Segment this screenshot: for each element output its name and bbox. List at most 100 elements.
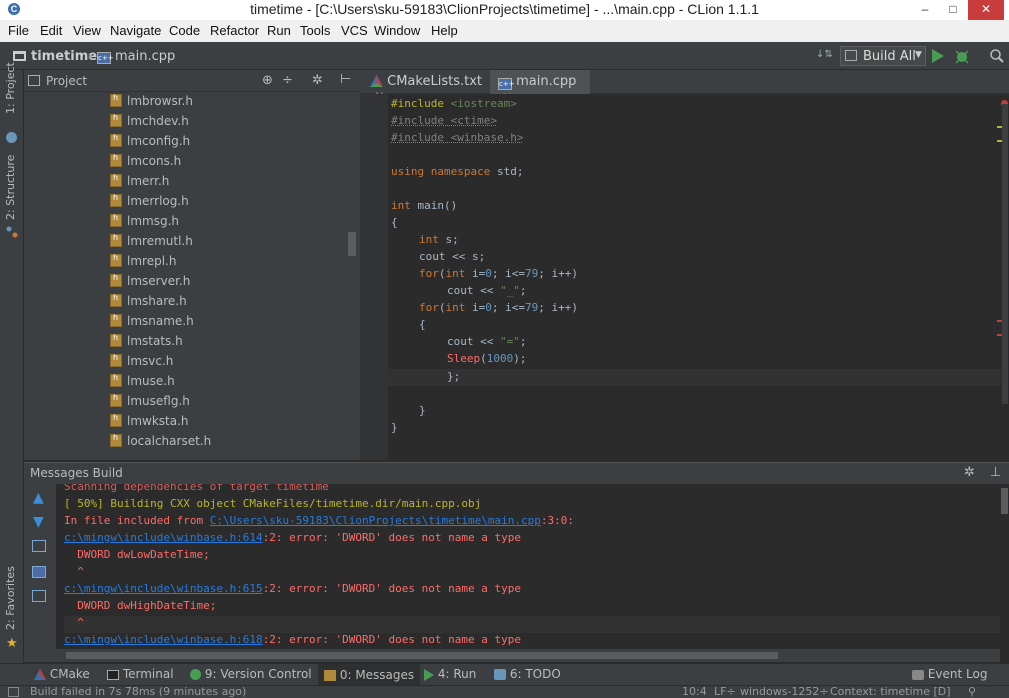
gear-icon[interactable]: ✲ [964, 465, 975, 480]
tree-file[interactable]: lmchdev.h [110, 113, 189, 134]
messages-vscrollbar[interactable] [1000, 484, 1009, 649]
tool-event-log[interactable]: Event Log [912, 667, 987, 681]
menu-vcs[interactable]: VCS [341, 23, 368, 38]
menu-refactor[interactable]: Refactor [210, 23, 259, 38]
terminal-icon [107, 669, 119, 680]
panel-toggle-icon[interactable] [8, 687, 19, 697]
messages-icon [324, 670, 336, 681]
context-selector[interactable]: Context: timetime [D] [830, 685, 951, 698]
tree-file[interactable]: lmerr.h [110, 173, 169, 194]
tab-structure[interactable]: 2: Structure [4, 155, 17, 220]
breadcrumb-file[interactable]: main.cpp [115, 49, 175, 64]
tree-file[interactable]: lmuseflg.h [110, 393, 190, 414]
chevron-down-icon: ▼ [915, 50, 922, 60]
tree-file[interactable]: lmmsg.h [110, 213, 179, 234]
caret-position[interactable]: 10:4 [682, 685, 707, 698]
code-line: cout << "_"; [447, 284, 527, 297]
tree-file[interactable]: lmsvc.h [110, 353, 173, 374]
tool-todo[interactable]: 6: TODO [494, 667, 561, 681]
header-file-icon [110, 253, 122, 267]
file-link[interactable]: c:\mingw\include\winbase.h:618 [64, 633, 263, 646]
tree-file[interactable]: lmbrowsr.h [110, 93, 193, 114]
messages-hscrollbar[interactable] [56, 649, 1000, 662]
error-stripe[interactable] [997, 94, 1009, 460]
tree-file[interactable]: lmuse.h [110, 373, 175, 394]
tree-file[interactable]: lmwksta.h [110, 413, 189, 434]
messages-output[interactable]: Scanning dependencies of target timetime… [56, 484, 1000, 649]
file-encoding[interactable]: windows-1252÷ [740, 685, 829, 698]
status-message[interactable]: Build failed in 7s 78ms (9 minutes ago) [30, 685, 246, 698]
tree-file[interactable]: lmstats.h [110, 333, 183, 354]
line-separator[interactable]: LF÷ [714, 685, 736, 698]
run-config-select[interactable]: Build All ▼ [840, 46, 926, 66]
sort-icon[interactable]: ↓⇅ [816, 49, 833, 60]
header-file-icon [110, 133, 122, 147]
search-icon[interactable] [990, 49, 1004, 63]
print-icon[interactable] [32, 590, 46, 602]
file-link[interactable]: c:\mingw\include\winbase.h:615 [64, 582, 263, 595]
tree-file[interactable]: lmrepl.h [110, 253, 176, 274]
collapse-icon[interactable]: ÷ [282, 73, 293, 88]
tree-file[interactable]: localcharset.h [110, 433, 211, 454]
menu-edit[interactable]: Edit [40, 23, 62, 38]
code-line: for(int i=0; i<=79; i++) [419, 267, 578, 280]
hide-panel-icon[interactable]: ⊥ [990, 465, 1001, 480]
editor-tabs: CMakeLists.txt × c++ main.cpp × [360, 70, 1009, 105]
arrow-down-icon[interactable]: ▼ [33, 514, 44, 530]
todo-icon [494, 669, 506, 680]
tree-file[interactable]: lmerrlog.h [110, 193, 189, 214]
target-icon[interactable]: ⊕ [262, 73, 273, 88]
code-line: cout << s; [419, 250, 486, 263]
hide-panel-icon[interactable]: ⊢ [340, 72, 351, 87]
title-bar: C timetime - [C:\Users\sku-59183\ClionPr… [0, 0, 1009, 20]
arrow-up-icon[interactable]: ▲ [33, 490, 44, 506]
header-file-icon [110, 313, 122, 327]
tab-cmakelists[interactable]: CMakeLists.txt × [370, 70, 488, 104]
tool-version-control[interactable]: 9: Version Control [190, 667, 312, 681]
tree-file[interactable]: lmcons.h [110, 153, 181, 174]
tree-file[interactable]: lmsname.h [110, 313, 194, 334]
tab-favorites[interactable]: 2: Favorites [4, 566, 17, 630]
tool-messages[interactable]: 0: Messages [318, 664, 421, 686]
close-button[interactable]: ✕ [968, 0, 1004, 20]
project-panel-title[interactable]: Project [46, 74, 87, 88]
file-link[interactable]: c:\mingw\include\winbase.h:614 [64, 531, 263, 544]
run-icon[interactable] [932, 49, 944, 63]
tool-terminal[interactable]: Terminal [107, 667, 174, 681]
tool-run[interactable]: 4: Run [424, 667, 476, 681]
tab-project[interactable]: 1: Project [4, 62, 17, 114]
header-file-icon [110, 213, 122, 227]
code-line: { [419, 318, 426, 331]
lock-icon[interactable]: ⚲ [968, 685, 976, 698]
menu-tools[interactable]: Tools [300, 23, 330, 38]
navigation-bar: timetime › c++ main.cpp ↓⇅ Build All ▼ [0, 42, 1009, 70]
tab-main-cpp[interactable]: c++ main.cpp × [490, 70, 590, 105]
debug-icon[interactable] [954, 48, 970, 64]
tree-file[interactable]: lmshare.h [110, 293, 187, 314]
menu-navigate[interactable]: Navigate [110, 23, 161, 38]
maximize-button[interactable]: □ [940, 0, 966, 20]
tree-file[interactable]: lmserver.h [110, 273, 190, 294]
tool-cmake[interactable]: CMake [34, 667, 90, 681]
file-link[interactable]: C:\Users\sku-59183\ClionProjects\timetim… [210, 514, 541, 527]
cmake-icon [34, 669, 46, 680]
editor-scrollbar[interactable] [1002, 104, 1008, 404]
vcs-icon [190, 669, 201, 680]
code-line: using namespace std; [391, 165, 524, 178]
menu-help[interactable]: Help [431, 23, 458, 38]
expand-all-icon[interactable] [32, 540, 46, 552]
tree-file[interactable]: lmconfig.h [110, 133, 190, 154]
menu-file[interactable]: File [8, 23, 29, 38]
menu-run[interactable]: Run [267, 23, 291, 38]
gear-icon[interactable]: ✲ [312, 73, 323, 88]
menu-window[interactable]: Window [374, 23, 420, 38]
tree-file[interactable]: lmremutl.h [110, 233, 193, 254]
project-view-icon [28, 75, 40, 86]
code-editor[interactable]: #include <iostream> #include <ctime> #in… [360, 94, 1009, 460]
minimize-button[interactable]: – [912, 0, 938, 20]
menu-code[interactable]: Code [169, 23, 200, 38]
project-scrollbar[interactable] [348, 232, 356, 256]
menu-view[interactable]: View [73, 23, 101, 38]
cpp-file-icon: c++ [498, 78, 515, 90]
export-icon[interactable] [32, 566, 46, 578]
